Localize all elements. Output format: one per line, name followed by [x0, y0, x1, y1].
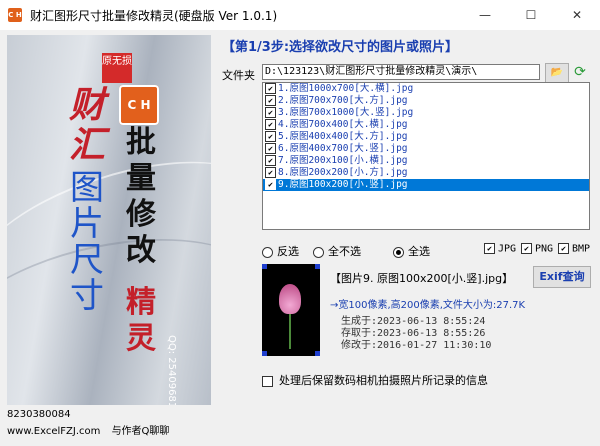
select-all-radio[interactable]: 全选	[393, 243, 430, 259]
modified-time: 修改于:2016-01-27 11:30:10	[341, 340, 492, 351]
check-icon: ✔	[484, 243, 495, 254]
file-name: 3.原图700x1000[大.竖].jpg	[278, 107, 414, 118]
flower-stem	[289, 314, 291, 349]
lossless-tag: 原无损	[102, 53, 132, 83]
minimize-button[interactable]: —	[462, 0, 508, 30]
file-name: 1.原图1000x700[大.横].jpg	[278, 83, 414, 94]
format-bmp-checkbox[interactable]: ✔ BMP	[558, 243, 590, 255]
product-banner: 原无损 C H 财汇 图片尺寸 批量修改 精灵 QQ: 254096810	[7, 35, 211, 405]
file-list-item[interactable]: ✔ 2.原图700x700[大.方].jpg	[263, 95, 589, 107]
folder-open-icon: 📂	[550, 67, 564, 78]
brand-name: 财汇	[68, 84, 105, 166]
crop-marker	[262, 264, 267, 269]
image-size-info: →宽100像素,高200像素,文件大小为:27.7K	[330, 300, 526, 311]
selected-file-title: 【图片9. 原图100x200[小.竖].jpg】	[330, 272, 514, 285]
radio-icon	[313, 246, 324, 258]
file-name: 6.原图400x700[大.竖].jpg	[278, 143, 408, 154]
banner-title-part1: 图片尺寸	[70, 168, 104, 316]
window-title: 财汇图形尺寸批量修改精灵(硬盘版 Ver 1.0.1)	[30, 9, 278, 23]
crop-marker	[262, 351, 267, 356]
contact-author-link[interactable]: 与作者Q聊聊	[112, 426, 170, 437]
radio-label: 全选	[408, 245, 430, 258]
radio-label: 反选	[277, 245, 299, 258]
file-list-item[interactable]: ✔ 1.原图1000x700[大.横].jpg	[263, 83, 589, 95]
format-label: JPG	[498, 243, 517, 255]
crop-marker	[315, 264, 320, 269]
website-link[interactable]: www.ExcelFZJ.com	[7, 426, 100, 437]
phone-number: 8230380084	[7, 409, 71, 420]
format-label: PNG	[535, 243, 554, 255]
file-name: 2.原图700x700[大.方].jpg	[278, 95, 408, 106]
file-list-item[interactable]: ✔ 8.原图200x200[小.方].jpg	[263, 167, 589, 179]
lotus-flower-image	[279, 284, 301, 314]
folder-label: 文件夹	[222, 69, 255, 82]
brand-logo: C H	[119, 85, 159, 125]
file-checkbox[interactable]: ✔	[265, 95, 276, 106]
open-folder-button[interactable]: 📂	[545, 63, 569, 83]
check-icon: ✔	[558, 243, 569, 254]
format-png-checkbox[interactable]: ✔ PNG	[521, 243, 553, 255]
file-list-item[interactable]: ✔ 7.原图200x100[小.横].jpg	[263, 155, 589, 167]
format-jpg-checkbox[interactable]: ✔ JPG	[484, 243, 516, 255]
close-button[interactable]: ✕	[554, 0, 600, 30]
refresh-button[interactable]: ⟳	[570, 63, 590, 81]
radio-label: 全不选	[328, 245, 361, 258]
keep-exif-checkbox[interactable]: 处理后保留数码相机拍摄照片所记录的信息	[262, 372, 488, 388]
keep-exif-label: 处理后保留数码相机拍摄照片所记录的信息	[279, 374, 488, 387]
file-list[interactable]: ✔ 1.原图1000x700[大.横].jpg ✔ 2.原图700x700[大.方].…	[262, 82, 590, 230]
file-list-item[interactable]: ✔ 3.原图700x1000[大.竖].jpg	[263, 107, 589, 119]
format-label: BMP	[572, 243, 591, 255]
banner-title-part2: 批量修改	[126, 125, 156, 268]
file-checkbox[interactable]: ✔	[265, 143, 276, 154]
folder-path-input[interactable]: D:\123123\财汇图形尺寸批量修改精灵\演示\	[262, 64, 540, 80]
file-checkbox[interactable]: ✔	[265, 155, 276, 166]
checkbox-icon	[262, 375, 273, 387]
check-icon: ✔	[521, 243, 532, 254]
file-checkbox[interactable]: ✔	[265, 83, 276, 94]
select-none-radio[interactable]: 全不选	[313, 243, 361, 259]
file-name: 5.原图400x400[大.方].jpg	[278, 131, 408, 142]
file-list-item[interactable]: ✔ 4.原图700x400[大.横].jpg	[263, 119, 589, 131]
file-checkbox[interactable]: ✔	[265, 131, 276, 142]
radio-selected-icon	[393, 246, 404, 258]
file-name: 7.原图200x100[小.横].jpg	[278, 155, 408, 166]
file-name: 9.原图100x200[小.竖].jpg	[278, 179, 408, 190]
file-name: 4.原图700x400[大.横].jpg	[278, 119, 408, 130]
image-preview	[262, 264, 320, 356]
footer: www.ExcelFZJ.com 与作者Q聊聊	[7, 422, 169, 437]
app-icon: C H	[8, 8, 22, 22]
file-name: 8.原图200x200[小.方].jpg	[278, 167, 408, 178]
file-list-item[interactable]: ✔ 5.原图400x400[大.方].jpg	[263, 131, 589, 143]
exif-query-button[interactable]: Exif查询	[533, 266, 591, 288]
banner-qq-number: QQ: 254096810	[166, 335, 177, 405]
file-list-item[interactable]: ✔ 9.原图100x200[小.竖].jpg	[263, 179, 589, 191]
file-checkbox[interactable]: ✔	[265, 179, 276, 190]
file-checkbox[interactable]: ✔	[265, 167, 276, 178]
file-checkbox[interactable]: ✔	[265, 119, 276, 130]
refresh-icon: ⟳	[574, 64, 586, 80]
step-title: 【第1/3步:选择欲改尺寸的图片或照片】	[222, 40, 459, 55]
file-checkbox[interactable]: ✔	[265, 107, 276, 118]
banner-title-part3: 精灵	[126, 285, 156, 356]
invert-selection-radio[interactable]: 反选	[262, 243, 299, 259]
crop-marker	[315, 351, 320, 356]
file-list-item[interactable]: ✔ 6.原图400x700[大.竖].jpg	[263, 143, 589, 155]
radio-icon	[262, 246, 273, 258]
maximize-button[interactable]: ☐	[508, 0, 554, 30]
